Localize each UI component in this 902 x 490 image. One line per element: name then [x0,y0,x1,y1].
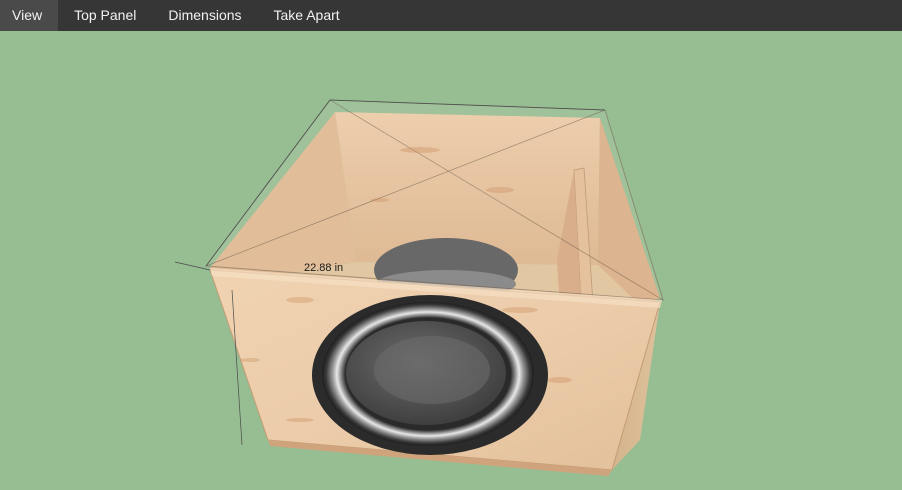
subwoofer-driver[interactable] [312,295,548,455]
top-panel-outline [205,99,664,301]
3d-viewport[interactable]: 22.88 in [0,31,902,490]
menu-take-apart[interactable]: Take Apart [258,0,356,31]
width-dimension-label: 22.88 in [304,262,343,274]
subwoofer-box-model[interactable]: 22.88 in [0,31,902,490]
menu-bar: View Top Panel Dimensions Take Apart [0,0,902,31]
driver-dust-cap [374,336,490,404]
menu-view[interactable]: View [0,0,59,31]
menu-top-panel[interactable]: Top Panel [58,0,152,31]
menu-dimensions[interactable]: Dimensions [152,0,257,31]
